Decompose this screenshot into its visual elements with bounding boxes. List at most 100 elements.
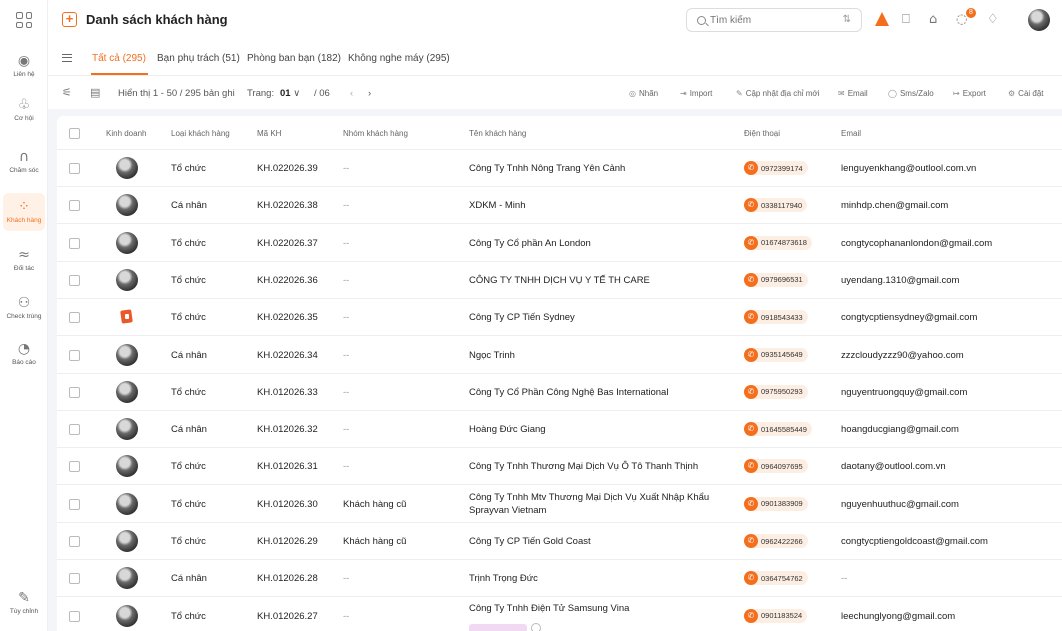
row-checkbox[interactable] (69, 498, 80, 510)
customer-code[interactable]: KH.022026.36 (257, 275, 318, 286)
sales-avatar[interactable] (116, 380, 138, 403)
col-customer-code[interactable]: Mã KH (257, 129, 281, 138)
row-checkbox[interactable] (69, 163, 80, 174)
customer-name[interactable]: Công Ty Tnhh Điện Tử Samsung Vina (469, 603, 629, 614)
customer-code[interactable]: KH.012026.32 (257, 424, 318, 435)
customer-email[interactable]: congtycophananlondon@gmail.com (841, 238, 992, 249)
sales-avatar[interactable] (116, 306, 138, 329)
col-phone[interactable]: Điện thoại (744, 129, 780, 138)
sidebar-item-reports[interactable]: ◔ Báo cáo (0, 335, 48, 373)
phone-chip[interactable]: ✆ 0975950293 (744, 384, 808, 399)
row-checkbox[interactable] (69, 200, 80, 212)
add-customer-button[interactable]: + (62, 12, 77, 27)
add-tag-icon[interactable] (531, 622, 541, 631)
phone-chip[interactable]: ✆ 0979696531 (744, 272, 808, 287)
col-email[interactable]: Email (841, 129, 861, 138)
col-customer-type[interactable]: Loại khách hàng (171, 129, 230, 138)
sidebar-item-duplicate-check[interactable]: ⚇ Check trùng (0, 289, 48, 327)
import-action[interactable]: ⇥ Import (680, 89, 712, 98)
table-row[interactable]: Tổ chức KH.012026.33 -- Công Ty Cổ Phần Côn… (57, 374, 1062, 411)
table-row[interactable]: Tổ chức KH.022026.37 -- Công Ty Cổ phần An … (57, 225, 1062, 262)
sms-zalo-action[interactable]: ◯ Sms/Zalo (888, 89, 934, 98)
customer-name[interactable]: Công Ty Cổ phần An London (469, 238, 591, 249)
customer-email[interactable]: leechunglyong@gmail.com (841, 611, 955, 622)
table-row[interactable]: Cá nhân KH.012026.28 -- Trịnh Trọng Đức ✆ 036… (57, 560, 1062, 598)
row-checkbox[interactable] (69, 386, 80, 398)
customer-email[interactable]: hoangducgiang@gmail.com (841, 424, 959, 435)
update-address-action[interactable]: ✎ Cập nhật địa chỉ mới (736, 89, 819, 98)
sidebar-item-contacts[interactable]: ◉ Liên hệ (0, 47, 48, 85)
bell-icon[interactable]: ♢ (987, 13, 999, 27)
phone-chip[interactable]: ✆ 0901383909 (744, 496, 808, 511)
sales-avatar[interactable] (116, 455, 138, 478)
customer-email[interactable]: -- (841, 573, 847, 584)
export-action[interactable]: ↦ Export (953, 89, 986, 98)
row-checkbox[interactable] (69, 349, 80, 361)
sidebar-item-partners[interactable]: ≈ Đối tác (0, 241, 48, 279)
customer-code[interactable]: KH.012026.27 (257, 611, 318, 622)
customer-email[interactable]: nguyenhuuthuc@gmail.com (841, 499, 959, 510)
phone-chip[interactable]: ✆ 0964097695 (744, 459, 808, 474)
customer-code[interactable]: KH.012026.33 (257, 387, 318, 398)
col-customer-group[interactable]: Nhóm khách hàng (343, 129, 408, 138)
filter-icon[interactable]: ⚟ (62, 87, 72, 98)
table-row[interactable]: Tổ chức KH.012026.27 -- Công Ty Tnhh Điện T… (57, 598, 1062, 631)
email-action[interactable]: ✉ Email (838, 89, 868, 98)
phone-chip[interactable]: ✆ 0338117940 (744, 198, 808, 213)
customer-name[interactable]: Công Ty Tnhh Mtv Thương Mại Dịch Vụ Xuất… (469, 491, 729, 517)
col-customer-name[interactable]: Tên khách hàng (469, 129, 526, 138)
table-row[interactable]: Tổ chức KH.022026.35 -- Công Ty CP Tiến Syd… (57, 299, 1062, 337)
table-row[interactable]: Cá nhân KH.022026.38 -- XDKM - Minh ✆ 0338117… (57, 187, 1062, 225)
customer-code[interactable]: KH.012026.29 (257, 536, 318, 547)
sales-avatar[interactable] (116, 231, 138, 254)
phone-chip[interactable]: ✆ 01645585449 (744, 422, 812, 437)
customer-code[interactable]: KH.022026.35 (257, 312, 318, 323)
sales-avatar[interactable] (116, 268, 138, 291)
customer-email[interactable]: minhdp.chen@gmail.com (841, 200, 948, 211)
sales-avatar[interactable] (116, 492, 138, 515)
row-checkbox[interactable] (69, 237, 80, 249)
sales-avatar[interactable] (116, 604, 138, 627)
customer-email[interactable]: nguyentruongquy@gmail.com (841, 387, 967, 398)
customer-name[interactable]: Công Ty CP Tiến Gold Coast (469, 536, 591, 547)
select-all-checkbox[interactable] (69, 128, 80, 139)
menu-icon[interactable] (62, 54, 72, 62)
sales-avatar[interactable] (116, 567, 138, 590)
col-sales[interactable]: Kinh doanh (106, 129, 146, 138)
sidebar-item-care[interactable]: ∩ Chăm sóc (0, 143, 48, 181)
customer-name[interactable]: CÔNG TY TNHH DỊCH VỤ Y TẾ TH CARE (469, 275, 650, 286)
table-row[interactable]: Tổ chức KH.022026.39 -- Công Ty Tnhh Nông T… (57, 150, 1062, 187)
customer-name[interactable]: Công Ty CP Tiến Sydney (469, 312, 575, 323)
customer-code[interactable]: KH.022026.38 (257, 200, 318, 211)
customer-code[interactable]: KH.012026.31 (257, 461, 318, 472)
table-row[interactable]: Tổ chức KH.022026.36 -- CÔNG TY TNHH DỊCH V… (57, 262, 1062, 299)
table-row[interactable]: Tổ chức KH.012026.29 Khách hàng cũ Công Ty … (57, 523, 1062, 560)
customer-name[interactable]: XDKM - Minh (469, 200, 525, 211)
search-input[interactable] (710, 14, 830, 26)
table-row[interactable]: Tổ chức KH.012026.31 -- Công Ty Tnhh Thương… (57, 448, 1062, 486)
table-row[interactable]: Tổ chức KH.012026.30 Khách hàng cũ Công Ty … (57, 486, 1062, 523)
settings-action[interactable]: ⚙ Cài đặt (1008, 89, 1044, 98)
customer-email[interactable]: congtycptiensydney@gmail.com (841, 312, 977, 323)
sidebar-item-opportunities[interactable]: ♧ Cơ hội (0, 91, 48, 129)
columns-icon[interactable]: ▤ (90, 87, 100, 98)
phone-chip[interactable]: ✆ 0972399174 (744, 161, 808, 175)
page-select[interactable]: 01 ∨ (280, 88, 300, 99)
sales-avatar[interactable] (116, 157, 138, 179)
sidebar-item-customers[interactable]: ⁘ Khách hàng (3, 193, 45, 231)
phone-chip[interactable]: ✆ 0918543433 (744, 310, 808, 325)
row-checkbox[interactable] (69, 536, 80, 547)
customer-email[interactable]: daotany@outlool.com.vn (841, 461, 946, 472)
sales-avatar[interactable] (116, 194, 138, 217)
table-row[interactable]: Cá nhân KH.022026.34 -- Ngọc Trinh ✆ 09351456… (57, 337, 1062, 374)
sales-avatar[interactable] (116, 343, 138, 366)
phone-chip[interactable]: ✆ 01674873618 (744, 235, 812, 250)
customer-email[interactable]: congtycptiengoldcoast@gmail.com (841, 536, 988, 547)
label-action[interactable]: ◎ Nhãn (629, 89, 658, 98)
customer-email[interactable]: uyendang.1310@gmail.com (841, 275, 959, 286)
home-icon[interactable]: ⌂ (929, 13, 937, 27)
tab-assigned[interactable]: Bạn phụ trách (51) (157, 53, 240, 64)
next-page-button[interactable]: › (368, 88, 371, 99)
sales-avatar[interactable] (116, 418, 138, 441)
tab-department[interactable]: Phòng ban bạn (182) (247, 53, 341, 64)
